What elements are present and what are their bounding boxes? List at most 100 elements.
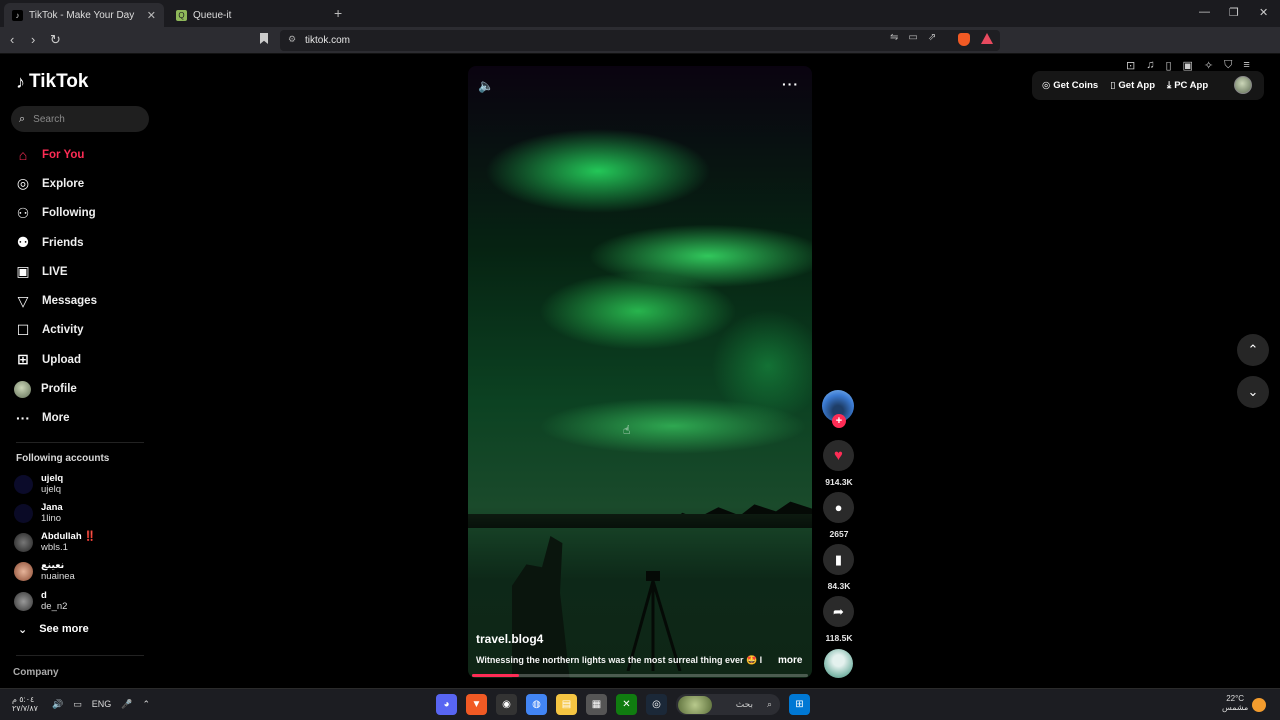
account-item[interactable]: ujelq ujelq — [14, 471, 154, 497]
account-avatar — [14, 561, 33, 581]
search-input[interactable]: ⌕ Search — [11, 106, 149, 132]
previous-video-button[interactable]: ⌃ — [1237, 334, 1269, 366]
steam-icon[interactable]: ◎ — [646, 694, 667, 715]
nav-live[interactable]: ▣ LIVE — [14, 257, 154, 286]
tiktok-logo[interactable]: ♪ TikTok — [16, 71, 88, 93]
taskbar: ٥:٠٤ م ٢٧/٧/٨٧ 🔊 ▭ ENG 🎤 ⌃ ◕ ▼ ◉ ◍ ▤ ▦ ✕… — [0, 688, 1280, 720]
nav-messages[interactable]: ▽ Messages — [14, 286, 154, 315]
user-avatar[interactable] — [1234, 76, 1252, 94]
language-indicator[interactable]: ENG — [92, 699, 112, 710]
store-icon[interactable]: ▦ — [586, 694, 607, 715]
weather-widget[interactable]: 22°C مشمس — [1222, 694, 1248, 712]
like-button[interactable]: ♥ — [823, 440, 854, 471]
chevron-down-icon: ⌄ — [1247, 384, 1259, 399]
pc-app-label: PC App — [1174, 80, 1209, 91]
translate-icon[interactable]: ⇋ — [890, 32, 898, 43]
account-item[interactable]: Abdullah ‼️ wbls.1 — [14, 529, 154, 555]
company-link[interactable]: Company — [13, 667, 59, 678]
comment-button[interactable]: ● — [823, 492, 854, 523]
get-coins-button[interactable]: ◎ Get Coins — [1042, 80, 1098, 91]
search-highlight-icon — [678, 695, 712, 714]
nav-friends[interactable]: ⚉ Friends — [14, 228, 154, 257]
activity-icon: ☐ — [16, 321, 30, 338]
clock-time: ٥:٠٤ م — [12, 695, 35, 704]
account-item[interactable]: نعينع nuainea — [14, 558, 154, 584]
follow-plus-icon[interactable]: + — [832, 414, 846, 428]
nav-following[interactable]: ⚇ Following — [14, 199, 154, 228]
taskbar-apps: ◕ ▼ ◉ ◍ ▤ ▦ ✕ ◎ بحث ⌕ ⊞ — [436, 694, 810, 715]
phone-icon: ▯ — [1110, 80, 1116, 91]
clock[interactable]: ٥:٠٤ م ٢٧/٧/٨٧ — [12, 695, 38, 713]
nav-for-you[interactable]: ⌂ For You — [14, 140, 154, 169]
get-app-button[interactable]: ▯ Get App — [1110, 80, 1155, 91]
account-item[interactable]: d de_n2 — [14, 588, 154, 614]
live-icon: ▣ — [16, 263, 30, 280]
forward-icon[interactable]: › — [31, 32, 35, 47]
tiktok-favicon-icon: ♪ — [12, 9, 23, 21]
tiktok-note-icon: ♪ — [16, 71, 25, 92]
video-progress-bar[interactable] — [472, 674, 808, 677]
cast-icon[interactable]: ▭ — [908, 32, 917, 43]
share-button[interactable]: ➦ — [823, 596, 854, 627]
music-disc-icon[interactable] — [824, 649, 853, 678]
reload-icon[interactable]: ↻ — [50, 32, 61, 48]
volume-icon[interactable]: 🔈 — [478, 78, 494, 94]
upload-icon: ⊞ — [17, 351, 29, 368]
start-icon[interactable]: ⊞ — [789, 694, 810, 715]
microphone-icon[interactable]: 🎤 — [121, 699, 132, 710]
obs-icon[interactable]: ◉ — [496, 694, 517, 715]
close-tab-icon[interactable]: ✕ — [147, 9, 156, 22]
account-handle: nuainea — [41, 571, 75, 582]
account-name: d — [41, 590, 47, 601]
tab-title: TikTok - Make Your Day — [29, 9, 135, 21]
video-options-icon[interactable]: ··· — [782, 76, 799, 92]
minimize-icon[interactable]: — — [1199, 6, 1210, 18]
xbox-icon[interactable]: ✕ — [616, 694, 637, 715]
tab-tiktok[interactable]: ♪ TikTok - Make Your Day ✕ — [4, 3, 164, 27]
save-button[interactable]: ▮ — [823, 544, 854, 575]
video-caption: Witnessing the northern lights was the m… — [476, 655, 763, 665]
brave-browser-icon[interactable]: ▼ — [466, 694, 487, 715]
nav-explore[interactable]: ◎ Explore — [14, 169, 154, 198]
chrome-icon[interactable]: ◍ — [526, 694, 547, 715]
discord-icon[interactable]: ◕ — [436, 694, 457, 715]
site-info-icon[interactable]: ⚙ — [288, 34, 296, 45]
video-author[interactable]: travel.blog4 — [476, 632, 543, 646]
back-icon[interactable]: ‹ — [10, 32, 14, 47]
messages-icon: ▽ — [17, 292, 29, 309]
caption-more-button[interactable]: more — [778, 655, 802, 666]
nav-label: More — [42, 412, 70, 425]
get-app-label: Get App — [1118, 80, 1155, 91]
like-count: 914.3K — [825, 477, 853, 487]
nav-label: Friends — [42, 236, 84, 249]
pc-app-button[interactable]: ⤓ PC App — [1167, 80, 1208, 91]
brave-shields-icon[interactable] — [958, 33, 970, 46]
sidebar-divider — [16, 655, 144, 656]
nav-activity[interactable]: ☐ Activity — [14, 316, 154, 345]
new-tab-button[interactable]: + — [334, 5, 342, 21]
nav-upload[interactable]: ⊞ Upload — [14, 345, 154, 374]
taskbar-search[interactable]: بحث ⌕ — [676, 694, 780, 715]
video-player[interactable] — [468, 66, 812, 678]
file-explorer-icon[interactable]: ▤ — [556, 694, 577, 715]
account-item[interactable]: Jana 1lino — [14, 500, 154, 526]
nav-more[interactable]: ··· More — [14, 404, 154, 433]
next-video-button[interactable]: ⌄ — [1237, 376, 1269, 408]
network-icon[interactable]: ▭ — [73, 699, 82, 710]
account-avatar — [14, 591, 33, 611]
see-more-button[interactable]: ⌄ See more — [18, 623, 89, 636]
share-count: 118.5K — [825, 633, 853, 643]
share-icon[interactable]: ⇗ — [928, 32, 936, 43]
following-accounts-title: Following accounts — [16, 453, 110, 464]
tray-chevron-icon[interactable]: ⌃ — [142, 699, 150, 710]
logo-text: TikTok — [29, 71, 89, 92]
see-more-label: See more — [39, 623, 89, 635]
maximize-icon[interactable]: ❐ — [1229, 6, 1239, 19]
tab-queue-it[interactable]: Q Queue-it — [168, 3, 328, 27]
heart-icon: ♥ — [834, 447, 843, 464]
chevron-down-icon: ⌄ — [18, 624, 28, 636]
window-close-icon[interactable]: ✕ — [1259, 6, 1268, 19]
volume-tray-icon[interactable]: 🔊 — [52, 699, 63, 710]
brave-rewards-icon[interactable] — [981, 33, 993, 44]
nav-profile[interactable]: Profile — [14, 374, 154, 403]
